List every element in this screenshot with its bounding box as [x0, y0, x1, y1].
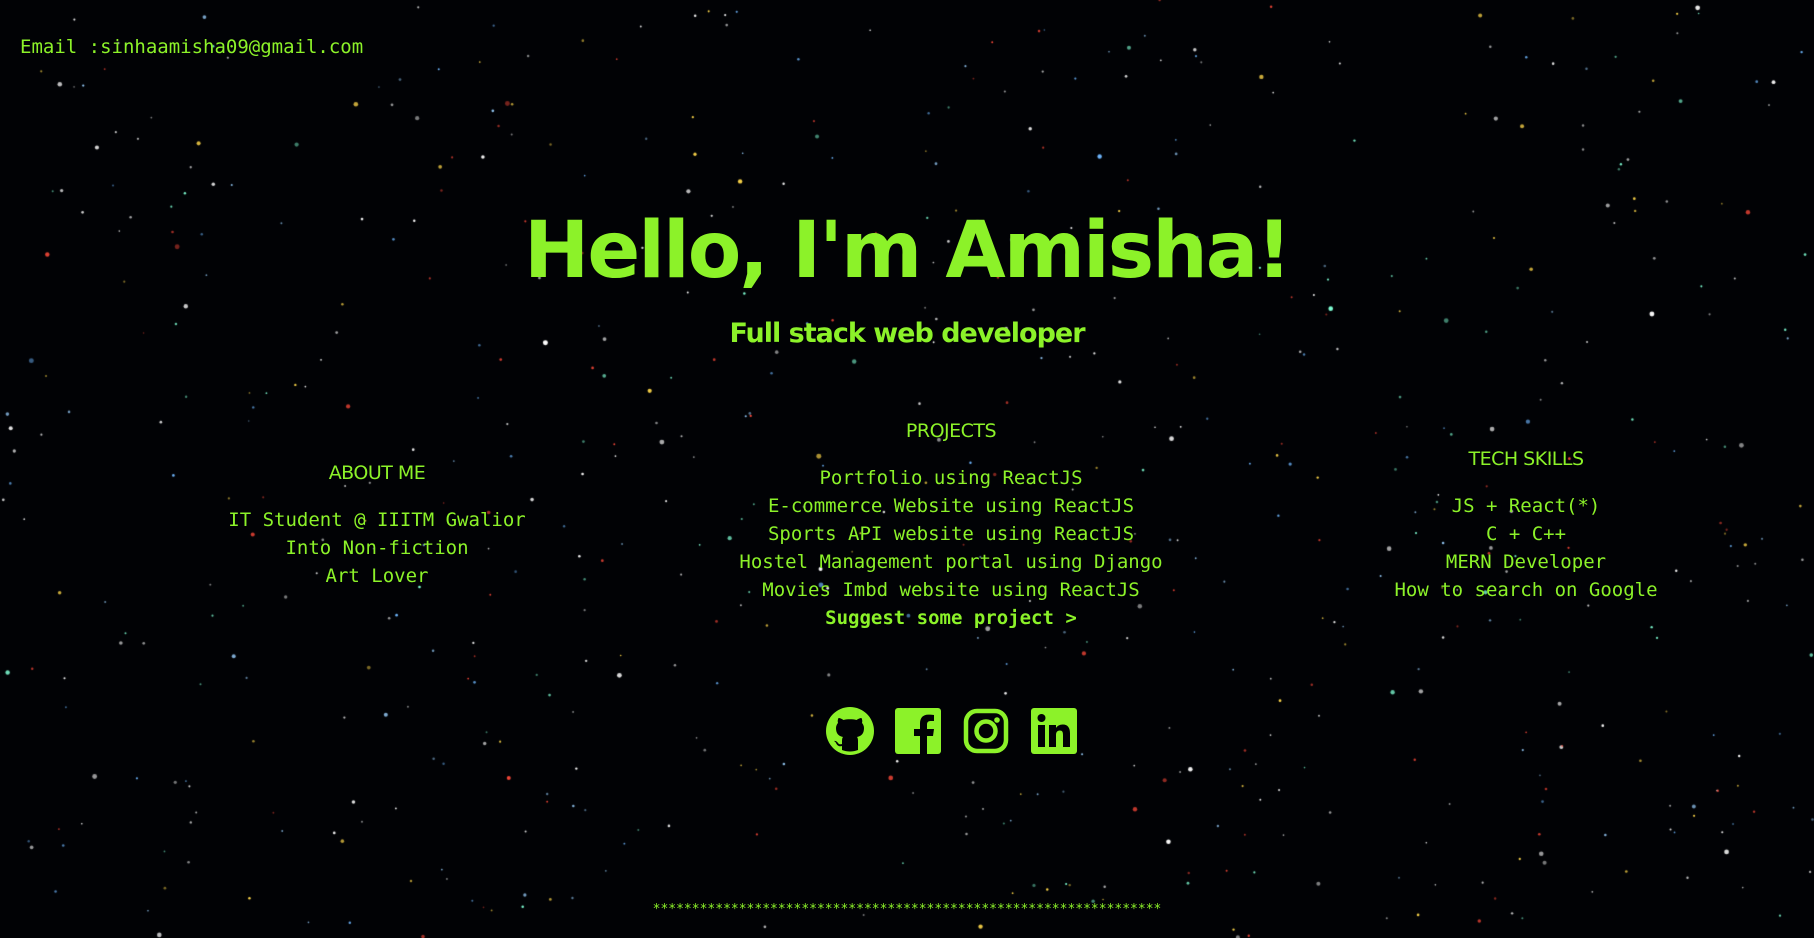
- projects-section: PROJECTS Portfolio using ReactJS E-comme…: [651, 420, 1251, 632]
- about-heading: ABOUT ME: [328, 462, 426, 484]
- about-item: Into Non-fiction: [285, 537, 469, 559]
- github-link[interactable]: [826, 707, 874, 755]
- about-list: IT Student @ IIITM Gwalior Into Non-fict…: [177, 506, 577, 590]
- about-item: Art Lover: [325, 565, 429, 587]
- linkedin-link[interactable]: [1030, 707, 1078, 755]
- skill-item: JS + React(*): [1451, 495, 1601, 517]
- project-item: E-commerce Website using ReactJS: [767, 495, 1135, 517]
- project-item: Sports API website using ReactJS: [767, 523, 1135, 545]
- projects-list: Portfolio using ReactJS E-commerce Websi…: [651, 464, 1251, 632]
- facebook-link[interactable]: [894, 707, 942, 755]
- skill-item: C + C++: [1485, 523, 1567, 545]
- about-item: IT Student @ IIITM Gwalior: [228, 509, 526, 531]
- project-item: Portfolio using ReactJS: [819, 467, 1083, 489]
- facebook-icon: [895, 708, 941, 754]
- hero-subtitle: Full stack web developer: [729, 318, 1085, 349]
- skill-item: How to search on Google: [1394, 579, 1658, 601]
- hero-title: Hello, I'm Amisha!: [524, 206, 1292, 296]
- project-item: Movies Imbd website using ReactJS: [762, 579, 1140, 601]
- skill-item: MERN Developer: [1445, 551, 1607, 573]
- social-links: [826, 707, 1078, 755]
- linkedin-icon: [1031, 708, 1077, 754]
- github-icon: [826, 707, 874, 755]
- email-contact: Email :sinhaamisha09@gmail.com: [20, 36, 364, 58]
- projects-heading: PROJECTS: [905, 420, 997, 442]
- instagram-link[interactable]: [962, 707, 1010, 755]
- footer-stars: ****************************************…: [652, 902, 1162, 917]
- tech-skills-section: TECH SKILLS JS + React(*) C + C++ MERN D…: [1326, 448, 1726, 604]
- tech-skills-list: JS + React(*) C + C++ MERN Developer How…: [1326, 492, 1726, 604]
- tech-skills-heading: TECH SKILLS: [1468, 448, 1584, 470]
- about-section: ABOUT ME IT Student @ IIITM Gwalior Into…: [177, 462, 577, 590]
- project-item: Hostel Management portal using Django: [739, 551, 1163, 573]
- suggest-project-link[interactable]: Suggest some project >: [825, 604, 1077, 632]
- instagram-icon: [963, 708, 1009, 754]
